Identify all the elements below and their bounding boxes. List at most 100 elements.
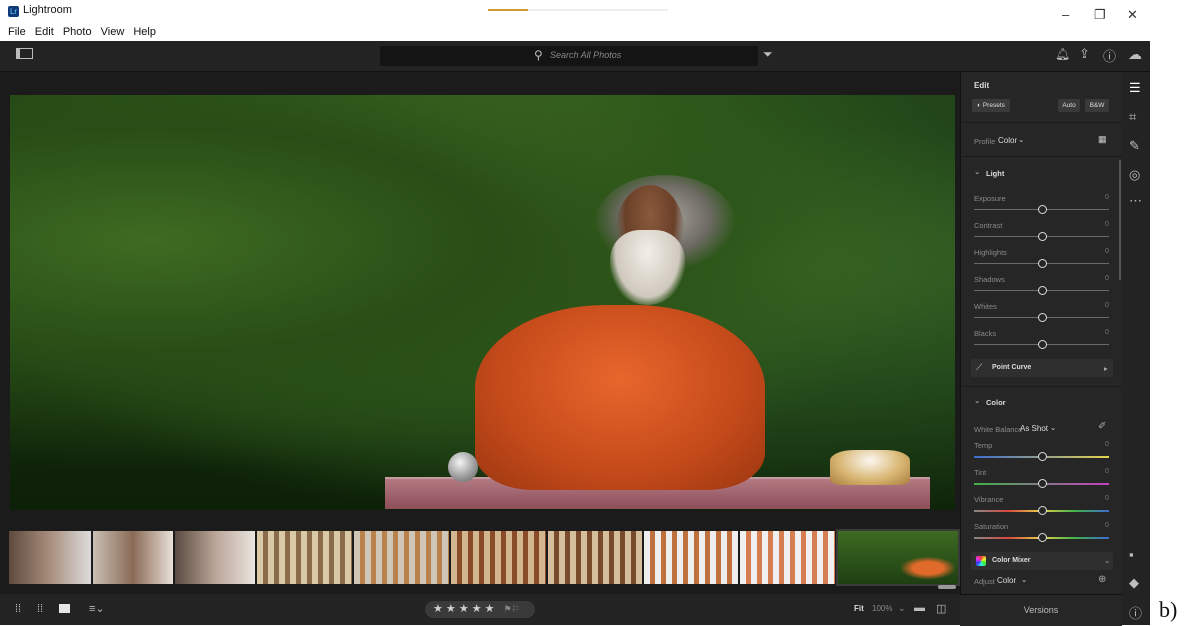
target-adjust-icon[interactable]: ⊕ xyxy=(1098,574,1106,585)
slider-knob[interactable] xyxy=(1038,479,1047,488)
slider-knob[interactable] xyxy=(1038,232,1047,241)
flag-icon[interactable]: ⚑⚐ xyxy=(504,604,520,614)
slider-value[interactable]: 0 xyxy=(1105,495,1109,502)
slider-knob[interactable] xyxy=(1038,286,1047,295)
bell-icon[interactable]: 🔔︎ xyxy=(1055,47,1070,61)
filmstrip-thumb[interactable] xyxy=(548,531,642,584)
slider-knob[interactable] xyxy=(1038,533,1047,542)
color-chevron-icon[interactable]: ⌄ xyxy=(974,396,980,405)
rating-stars[interactable]: ★ ★ ★ ★ ★ xyxy=(433,603,495,615)
filmstrip-thumb[interactable] xyxy=(451,531,546,584)
cloud-icon[interactable]: ☁ xyxy=(1128,46,1142,63)
color-mixer-row[interactable]: Color Mixer ⌄ xyxy=(971,552,1113,570)
slider-value[interactable]: 0 xyxy=(1105,194,1109,201)
detail-view-icon[interactable] xyxy=(59,604,70,613)
light-section-title[interactable]: Light xyxy=(986,169,1004,178)
slider-value[interactable]: 0 xyxy=(1105,468,1109,475)
adjust-chevron-icon[interactable]: ⌄ xyxy=(1021,575,1027,584)
minimize-button[interactable]: – xyxy=(1062,7,1069,22)
white-balance-chevron-icon[interactable]: ⌄ xyxy=(1050,423,1056,432)
slider-knob[interactable] xyxy=(1038,259,1047,268)
color-section-title[interactable]: Color xyxy=(986,398,1006,407)
search-input[interactable]: ⚲ Search All Photos xyxy=(380,46,758,66)
slider-value[interactable]: 0 xyxy=(1105,441,1109,448)
more-icon[interactable]: ⋯ xyxy=(1129,193,1142,209)
bw-button[interactable]: B&W xyxy=(1085,99,1109,112)
point-curve-row[interactable]: ⟋ Point Curve ▸ xyxy=(971,359,1113,377)
close-button[interactable]: ✕ xyxy=(1127,7,1138,23)
loading-progress-bar xyxy=(488,9,668,11)
versions-button[interactable]: Versions xyxy=(960,594,1122,626)
menu-file[interactable]: File xyxy=(8,26,26,38)
eyedropper-icon[interactable]: ✐ xyxy=(1098,421,1106,432)
slider-label: Whites xyxy=(974,302,997,311)
photo-viewer xyxy=(0,72,960,535)
top-toolbar: ⚲ Search All Photos ⏷ 🔔︎ ⇪ ⓘ ☁ xyxy=(0,41,1150,72)
light-chevron-icon[interactable]: ⌄ xyxy=(974,167,980,176)
auto-button[interactable]: Auto xyxy=(1058,99,1080,112)
info-icon[interactable]: ⓘ xyxy=(1129,603,1142,622)
star-rating[interactable]: ★ ★ ★ ★ ★ ⚑⚐ xyxy=(425,601,535,618)
photo-person-robe xyxy=(475,305,765,490)
search-icon: ⚲ xyxy=(534,48,543,62)
filmstrip-thumb[interactable] xyxy=(93,531,173,584)
slider-value[interactable]: 0 xyxy=(1105,248,1109,255)
slider-knob[interactable] xyxy=(1038,313,1047,322)
divider xyxy=(962,122,1122,123)
slider-value[interactable]: 0 xyxy=(1105,329,1109,336)
grid-view-icon[interactable]: ⁞⁞ xyxy=(15,603,21,615)
tag-icon[interactable]: ◆ xyxy=(1129,575,1139,591)
comment-icon[interactable]: ▪ xyxy=(1129,547,1134,562)
filmstrip-scrollbar[interactable] xyxy=(938,585,956,589)
slider-knob[interactable] xyxy=(1038,506,1047,515)
presets-button[interactable]: ◐ Presets xyxy=(972,99,1010,112)
white-balance-dropdown[interactable]: As Shot xyxy=(1020,424,1048,433)
share-icon[interactable]: ⇪ xyxy=(1079,46,1090,62)
menu-help[interactable]: Help xyxy=(133,26,156,38)
filmstrip-thumb[interactable] xyxy=(175,531,255,584)
bottom-toolbar: ⁞⁞ ⁞⁞ ≡⌄ ★ ★ ★ ★ ★ ⚑⚐ Fit 100% ⌄ ▬ ◫ xyxy=(0,594,960,625)
slider-value[interactable]: 0 xyxy=(1105,221,1109,228)
filmstrip-thumb-selected[interactable] xyxy=(836,529,960,586)
filmstrip-thumb[interactable] xyxy=(740,531,835,584)
adjust-dropdown[interactable]: Color xyxy=(997,576,1016,585)
zoom-100-button[interactable]: 100% xyxy=(872,604,892,613)
compare-icon[interactable]: ◫ xyxy=(936,602,946,615)
square-grid-view-icon[interactable]: ⁞⁞ xyxy=(37,603,43,615)
panel-toggle-icon[interactable] xyxy=(16,48,33,59)
sort-icon[interactable]: ≡⌄ xyxy=(89,602,105,615)
profile-browser-icon[interactable]: ▦ xyxy=(1098,134,1107,145)
healing-icon[interactable]: ✎ xyxy=(1129,138,1140,154)
slider-knob[interactable] xyxy=(1038,205,1047,214)
filmstrip-thumb[interactable] xyxy=(644,531,738,584)
slider-knob[interactable] xyxy=(1038,452,1047,461)
filter-icon[interactable]: ⏷ xyxy=(763,47,773,62)
menu-view[interactable]: View xyxy=(101,26,125,38)
slider-label: Highlights xyxy=(974,248,1007,257)
filmstrip-thumb[interactable] xyxy=(257,531,352,584)
filmstrip-thumb[interactable] xyxy=(354,531,449,584)
slider-knob[interactable] xyxy=(1038,340,1047,349)
menu-photo[interactable]: Photo xyxy=(63,26,92,38)
restore-button[interactable]: ❐ xyxy=(1094,7,1106,23)
slider-label: Blacks xyxy=(974,329,997,338)
menu-edit[interactable]: Edit xyxy=(35,26,54,38)
slider-label: Temp xyxy=(974,441,993,450)
color-mixer-icon xyxy=(976,556,986,566)
edit-sliders-icon[interactable]: ☰ xyxy=(1129,80,1141,96)
profile-chevron-icon[interactable]: ⌄ xyxy=(1018,135,1024,144)
filmstrip-toggle-icon[interactable]: ▬ xyxy=(914,602,925,614)
zoom-fit-button[interactable]: Fit xyxy=(854,604,864,613)
edit-panel-scrollbar[interactable] xyxy=(1119,160,1121,280)
slider-value[interactable]: 0 xyxy=(1105,302,1109,309)
slider-value[interactable]: 0 xyxy=(1105,275,1109,282)
slider-label: Contrast xyxy=(974,221,1003,230)
crop-icon[interactable]: ⌗ xyxy=(1129,109,1136,125)
masking-icon[interactable]: ◎ xyxy=(1129,167,1140,183)
filmstrip-thumb[interactable] xyxy=(9,531,91,584)
zoom-dropdown-icon[interactable]: ⌄ xyxy=(898,603,906,614)
profile-dropdown[interactable]: Color xyxy=(998,136,1017,145)
help-icon[interactable]: ⓘ xyxy=(1103,46,1116,65)
slider-value[interactable]: 0 xyxy=(1105,522,1109,529)
menu-bar: File Edit Photo View Help xyxy=(0,26,1150,41)
